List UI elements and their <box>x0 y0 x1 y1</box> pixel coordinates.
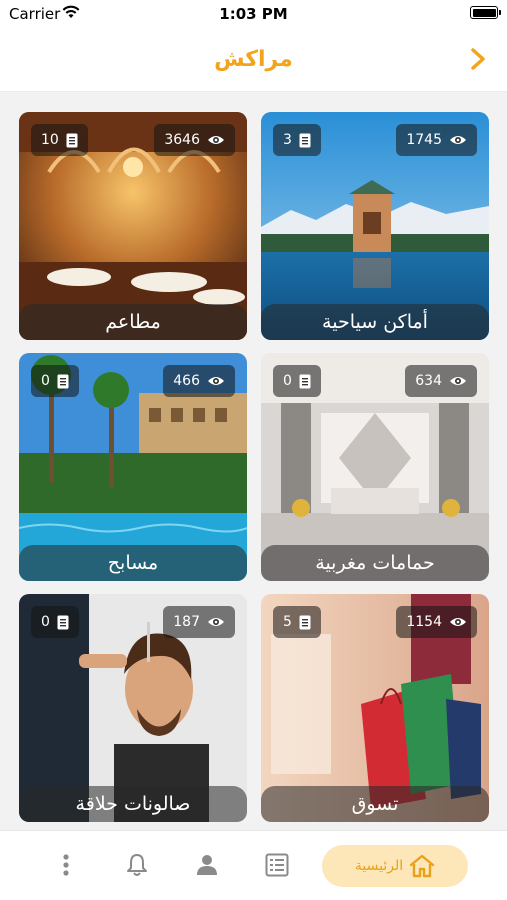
docs-badge: 0 <box>273 365 321 397</box>
category-card-moroccan-baths[interactable]: 634 0 حمامات مغربية <box>261 353 489 581</box>
bottom-tab-bar: الرئيسية <box>0 830 507 900</box>
home-tab-label: الرئيسية <box>354 858 404 874</box>
views-count: 1154 <box>406 614 442 630</box>
eye-icon <box>208 618 224 626</box>
page-title: مراكش <box>214 47 293 72</box>
views-badge: 3646 <box>154 124 235 156</box>
docs-badge: 5 <box>273 606 321 638</box>
home-tab-button[interactable]: الرئيسية <box>322 845 468 887</box>
document-icon <box>299 374 311 388</box>
eye-icon <box>450 377 466 385</box>
views-badge: 187 <box>163 606 235 638</box>
clock: 1:03 PM <box>219 5 288 23</box>
nav-header: مراكش <box>0 30 507 92</box>
views-badge: 634 <box>405 365 477 397</box>
docs-badge: 0 <box>31 606 79 638</box>
category-card-tourist-places[interactable]: 1745 3 أماكن سياحية <box>261 112 489 340</box>
views-count: 3646 <box>164 132 200 148</box>
category-label: صالونات حلاقة <box>19 786 247 822</box>
docs-count: 3 <box>283 132 292 148</box>
status-bar: Carrier 1:03 PM <box>0 0 507 30</box>
category-label: مسابح <box>19 545 247 581</box>
document-icon <box>299 615 311 629</box>
views-badge: 466 <box>163 365 235 397</box>
views-count: 187 <box>173 614 200 630</box>
category-label: حمامات مغربية <box>261 545 489 581</box>
docs-count: 10 <box>41 132 59 148</box>
category-grid: 1745 3 أماكن سياحية 3646 10 مطاعم 634 0 … <box>0 92 507 830</box>
docs-badge: 3 <box>273 124 321 156</box>
category-card-restaurants[interactable]: 3646 10 مطاعم <box>19 112 247 340</box>
back-chevron-icon[interactable] <box>463 44 493 74</box>
category-label: أماكن سياحية <box>261 304 489 340</box>
docs-badge: 0 <box>31 365 79 397</box>
bell-icon[interactable] <box>121 849 153 881</box>
views-count: 1745 <box>406 132 442 148</box>
views-count: 634 <box>415 373 442 389</box>
document-icon <box>299 133 311 147</box>
document-icon <box>57 374 69 388</box>
docs-badge: 10 <box>31 124 88 156</box>
docs-count: 5 <box>283 614 292 630</box>
list-icon[interactable] <box>261 849 293 881</box>
eye-icon <box>450 136 466 144</box>
category-card-pools[interactable]: 466 0 مسابح <box>19 353 247 581</box>
docs-count: 0 <box>41 614 50 630</box>
views-count: 466 <box>173 373 200 389</box>
category-card-barber-salons[interactable]: 187 0 صالونات حلاقة <box>19 594 247 822</box>
docs-count: 0 <box>283 373 292 389</box>
eye-icon <box>450 618 466 626</box>
category-label: مطاعم <box>19 304 247 340</box>
views-badge: 1745 <box>396 124 477 156</box>
document-icon <box>57 615 69 629</box>
user-icon[interactable] <box>191 849 223 881</box>
home-icon <box>409 854 435 878</box>
document-icon <box>66 133 78 147</box>
docs-count: 0 <box>41 373 50 389</box>
more-icon[interactable] <box>50 849 82 881</box>
views-badge: 1154 <box>396 606 477 638</box>
category-card-shopping[interactable]: 1154 5 تسوق <box>261 594 489 822</box>
category-label: تسوق <box>261 786 489 822</box>
eye-icon <box>208 136 224 144</box>
battery-icon <box>470 6 501 19</box>
eye-icon <box>208 377 224 385</box>
